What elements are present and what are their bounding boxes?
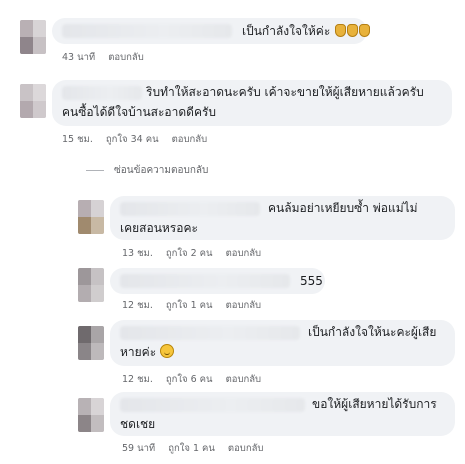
like-count[interactable]: ถูกใจ 1 คน xyxy=(168,443,215,454)
like-count[interactable]: ถูกใจ 6 คน xyxy=(166,374,213,385)
clapping-hands-icon xyxy=(335,24,347,37)
clapping-hands-icon xyxy=(359,24,371,37)
avatar[interactable] xyxy=(78,200,104,234)
avatar[interactable] xyxy=(78,398,104,432)
redacted-name xyxy=(62,24,232,38)
comment-text-line2: คนซื้อได้ดีใจบ้านสะอาดดีครับ xyxy=(62,105,217,119)
reply-text-line2: หายค่ะ xyxy=(120,345,157,359)
reply-text-line2: เคยสอนหรอคะ xyxy=(120,221,198,235)
comment-time[interactable]: 43 นาที xyxy=(62,52,95,63)
reply-text-line2: ชดเชย xyxy=(120,417,156,431)
reply-time[interactable]: 13 ชม. xyxy=(122,248,153,259)
comment-text-line1: ริบทำให้สะอาดนะครับ เค้าจะขายให้ผู้เสียห… xyxy=(146,85,424,99)
reply-link[interactable]: ตอบกลับ xyxy=(226,248,262,259)
avatar[interactable] xyxy=(78,268,104,302)
comment-time[interactable]: 15 ชม. xyxy=(62,134,93,145)
comment-text: เป็นกำลังใจให้ค่ะ xyxy=(242,24,331,38)
reply-link[interactable]: ตอบกลับ xyxy=(172,134,208,145)
reply-time[interactable]: 12 ชม. xyxy=(122,374,153,385)
reply-text: 555 xyxy=(300,274,323,288)
like-count[interactable]: ถูกใจ 34 คน xyxy=(106,134,159,145)
clapping-hands-icon xyxy=(347,24,359,37)
reply-link[interactable]: ตอบกลับ xyxy=(108,52,144,63)
comment-bubble: เป็นกำลังใจให้ค่ะ xyxy=(52,18,371,44)
reply-text-line1: คนล้มอย่าเหยียบซ้ำ พ่อแม่ไม่ xyxy=(268,201,418,215)
reply-bubble: 555 xyxy=(110,268,325,294)
reply-bubble: ขอให้ผู้เสียหายได้รับการ ชดเชย xyxy=(110,392,455,436)
reply-link[interactable]: ตอบกลับ xyxy=(226,300,262,311)
redacted-name xyxy=(120,398,305,412)
reply-link[interactable]: ตอบกลับ xyxy=(226,374,262,385)
redacted-name xyxy=(120,274,290,288)
reply-time[interactable]: 12 ชม. xyxy=(122,300,153,311)
redacted-name xyxy=(120,326,300,340)
comment-bubble: ริบทำให้สะอาดนะครับ เค้าจะขายให้ผู้เสียห… xyxy=(52,80,452,126)
reply-text-line1: ขอให้ผู้เสียหายได้รับการ xyxy=(312,397,437,411)
avatar[interactable] xyxy=(20,84,46,118)
reply-link[interactable]: ตอบกลับ xyxy=(228,443,264,454)
divider xyxy=(86,170,104,171)
hide-replies-link[interactable]: ซ่อนข้อความตอบกลับ xyxy=(114,163,208,178)
avatar[interactable] xyxy=(78,326,104,360)
redacted-name xyxy=(120,202,260,216)
reply-text-line1: เป็นกำลังใจให้นะคะผู้เสีย xyxy=(308,325,437,339)
reply-time[interactable]: 59 นาที xyxy=(122,443,155,454)
reply-bubble: คนล้มอย่าเหยียบซ้ำ พ่อแม่ไม่ เคยสอนหรอคะ xyxy=(110,196,455,240)
avatar[interactable] xyxy=(20,20,46,54)
reply-bubble: เป็นกำลังใจให้นะคะผู้เสีย หายค่ะ xyxy=(110,320,455,366)
like-count[interactable]: ถูกใจ 1 คน xyxy=(166,300,213,311)
grinning-face-icon xyxy=(159,344,174,358)
like-count[interactable]: ถูกใจ 2 คน xyxy=(166,248,213,259)
redacted-name xyxy=(62,86,142,100)
